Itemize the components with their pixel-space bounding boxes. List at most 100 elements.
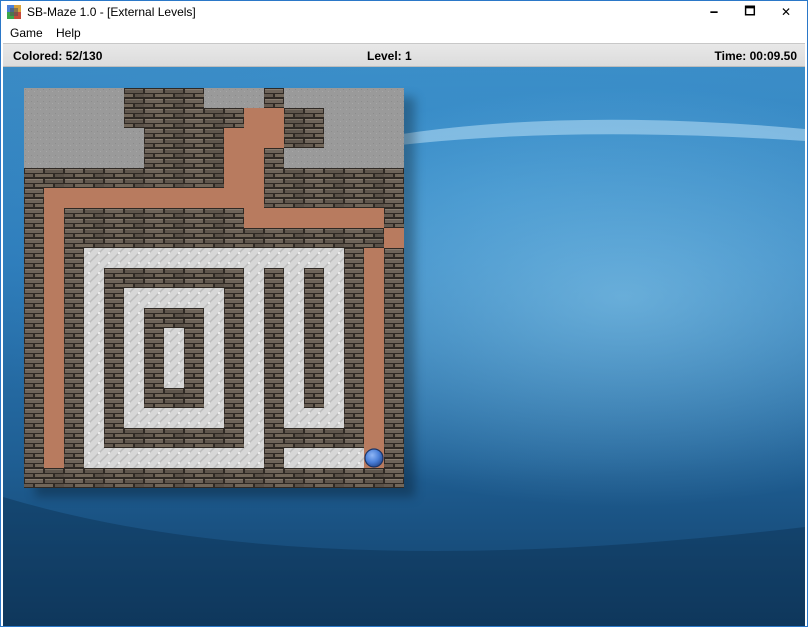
wall-tile [384,408,404,428]
wall-tile [224,408,244,428]
floor-tile [164,448,184,468]
floor-tile [324,288,344,308]
wall-tile [164,388,184,408]
wall-tile [64,308,84,328]
floor-tile [84,368,104,388]
painted-tile [164,188,184,208]
outside-tile [64,108,84,128]
wall-tile [384,168,404,188]
floor-tile [124,388,144,408]
painted-tile [284,208,304,228]
wall-tile [164,268,184,288]
wall-tile [204,468,224,488]
outside-tile [384,108,404,128]
wall-tile [104,228,124,248]
painted-tile [304,208,324,228]
floor-tile [204,388,224,408]
wall-tile [224,328,244,348]
outside-tile [364,148,384,168]
wall-tile [244,228,264,248]
floor-tile [164,248,184,268]
wall-tile [144,428,164,448]
wall-tile [224,288,244,308]
wall-tile [124,468,144,488]
wall-tile [384,368,404,388]
wall-tile [364,168,384,188]
wall-tile [24,348,44,368]
wall-tile [104,268,124,288]
outside-tile [84,148,104,168]
wall-tile [344,348,364,368]
wall-tile [24,308,44,328]
outside-tile [324,108,344,128]
elapsed-time: Time: 00:09.50 [714,49,798,63]
menu-game[interactable]: Game [10,26,43,40]
status-bar: Colored: 52/130 Level: 1 Time: 00:09.50 [3,43,805,67]
outside-tile [104,148,124,168]
floor-tile [324,348,344,368]
wall-tile [264,468,284,488]
wall-tile [164,228,184,248]
floor-tile [144,248,164,268]
wall-tile [344,428,364,448]
game-background [3,67,805,626]
wall-tile [24,468,44,488]
wall-tile [224,468,244,488]
wall-tile [124,168,144,188]
title-bar[interactable]: SB-Maze 1.0 - [External Levels] 🗕 🗖 ✕ [1,1,807,23]
outside-tile [124,148,144,168]
painted-tile [44,448,64,468]
wall-tile [144,308,164,328]
wall-tile [304,368,324,388]
wall-tile [184,108,204,128]
floor-tile [244,428,264,448]
wall-tile [384,388,404,408]
floor-tile [304,248,324,268]
wall-tile [224,268,244,288]
maze-board[interactable] [24,88,404,488]
floor-tile [204,348,224,368]
floor-tile [224,248,244,268]
wall-tile [384,188,404,208]
wall-tile [324,468,344,488]
floor-tile [104,248,124,268]
outside-tile [84,108,104,128]
wall-tile [144,348,164,368]
outside-tile [384,88,404,108]
painted-tile [204,188,224,208]
outside-tile [44,128,64,148]
floor-tile [284,408,304,428]
floor-tile [264,248,284,268]
floor-tile [244,348,264,368]
colored-count: Colored: 52/130 [13,49,103,63]
wall-tile [284,428,304,448]
wall-tile [364,188,384,208]
floor-tile [124,308,144,328]
wall-tile [324,168,344,188]
wall-tile [64,348,84,368]
minimize-button[interactable]: 🗕 [696,1,732,23]
wall-tile [264,328,284,348]
wall-tile [224,388,244,408]
floor-tile [84,248,104,268]
floor-tile [324,368,344,388]
wall-tile [264,408,284,428]
wall-tile [64,228,84,248]
painted-tile [44,308,64,328]
floor-tile [124,328,144,348]
painted-tile [364,268,384,288]
wall-tile [264,288,284,308]
wall-tile [144,128,164,148]
floor-tile [304,448,324,468]
painted-tile [44,328,64,348]
maximize-button[interactable]: 🗖 [732,1,768,23]
floor-tile [244,248,264,268]
painted-tile [324,208,344,228]
app-icon [7,5,21,19]
wall-tile [24,288,44,308]
wall-tile [384,268,404,288]
wall-tile [184,368,204,388]
close-button[interactable]: ✕ [768,1,804,23]
menu-help[interactable]: Help [56,26,81,40]
wall-tile [304,268,324,288]
